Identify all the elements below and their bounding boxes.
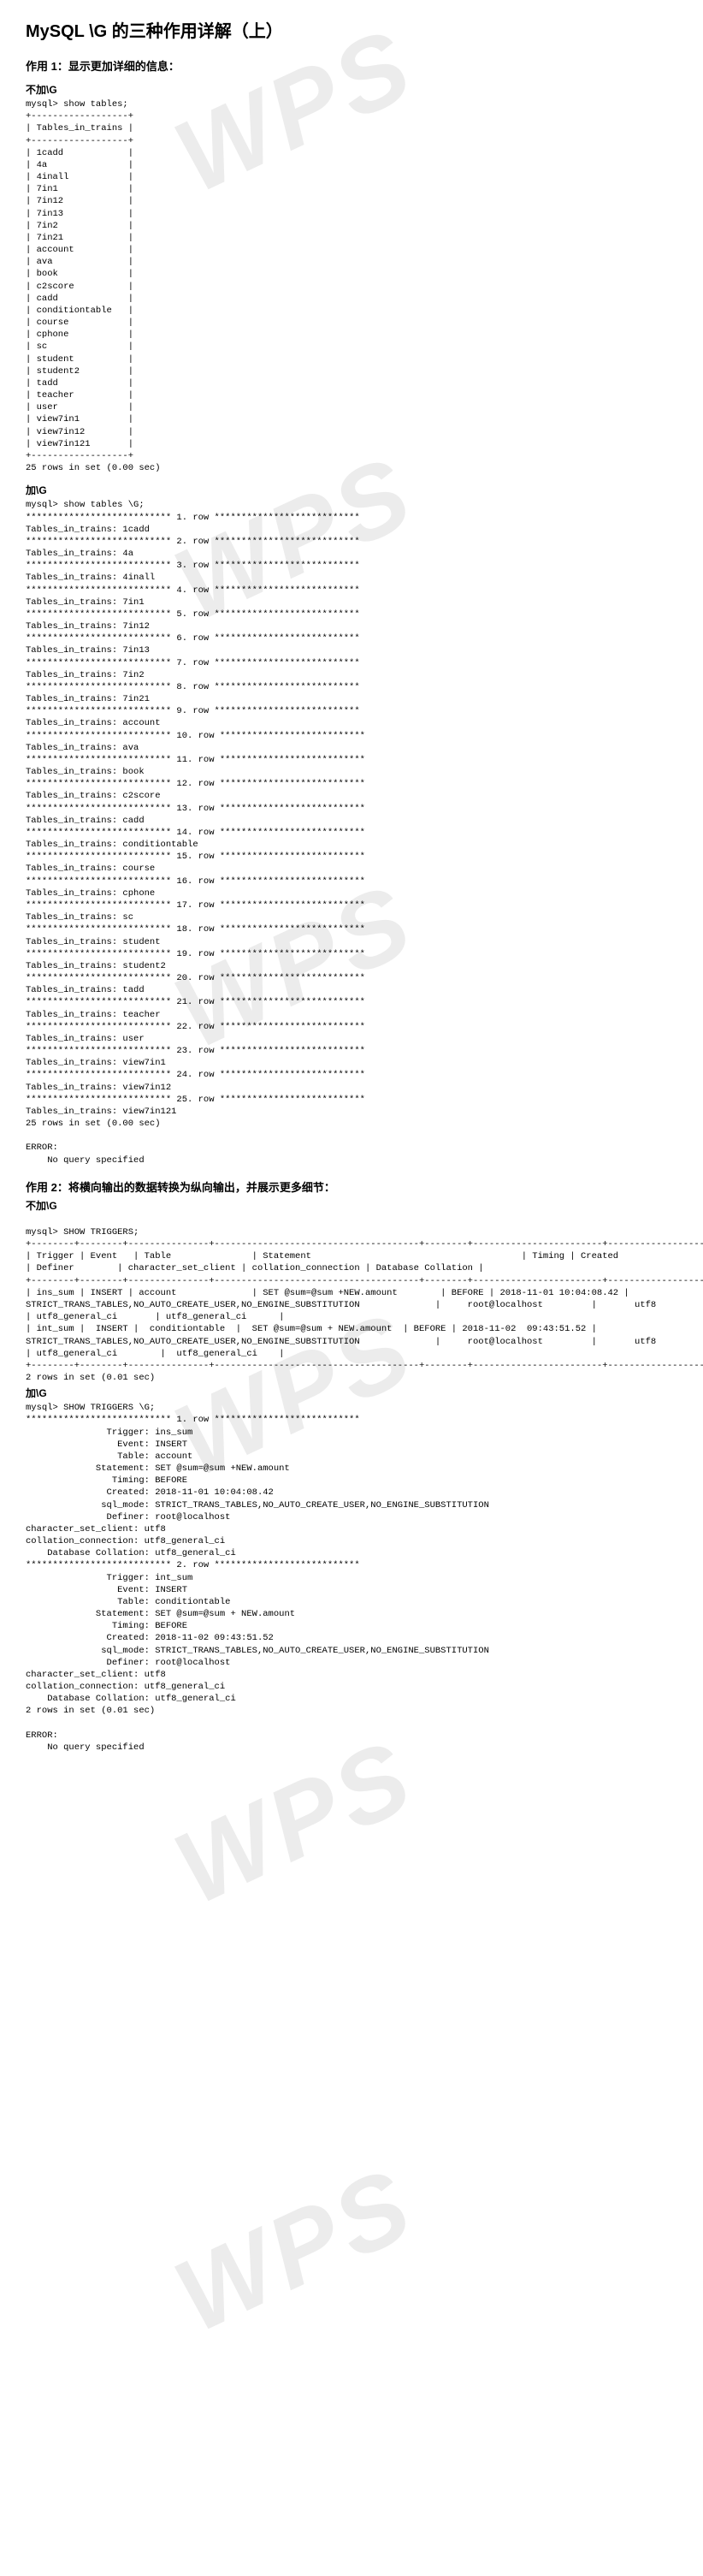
section-1-heading: 作用 1：显示更加详细的信息：	[26, 57, 677, 74]
section-2-heading: 作用 2：将横向输出的数据转换为纵向输出，并展示更多细节：	[26, 1178, 677, 1195]
sub-heading-no-g: 不加\G	[26, 82, 677, 97]
sql-command: mysql> SHOW TRIGGERS \G;	[26, 1402, 677, 1414]
sql-command: mysql> SHOW TRIGGERS;	[26, 1226, 677, 1238]
watermark: WPS	[157, 2145, 431, 2356]
rows-footer: 25 rows in set (0.00 sec)	[26, 1118, 677, 1130]
triggers-table: +--------+--------+---------------+-----…	[26, 1238, 677, 1372]
trigger-g-output: *************************** 1. row *****…	[26, 1414, 677, 1705]
blank-line	[26, 1214, 677, 1226]
document-content: MySQL \G 的三种作用详解（上） 作用 1：显示更加详细的信息： 不加\G…	[0, 0, 703, 1771]
page-title: MySQL \G 的三种作用详解（上）	[26, 17, 677, 42]
sql-command: mysql> show tables \G;	[26, 499, 677, 511]
sub-heading-with-g: 加\G	[26, 483, 677, 497]
sql-command: mysql> show tables;	[26, 98, 677, 110]
error-message: No query specified	[26, 1742, 677, 1754]
rows-footer: 2 rows in set (0.01 sec)	[26, 1372, 677, 1384]
error-label: ERROR:	[26, 1142, 677, 1154]
error-message: No query specified	[26, 1154, 677, 1166]
g-output: *************************** 1. row *****…	[26, 512, 677, 1119]
rows-footer: 2 rows in set (0.01 sec)	[26, 1705, 677, 1717]
error-label: ERROR:	[26, 1730, 677, 1742]
rows-footer: 25 rows in set (0.00 sec)	[26, 462, 677, 474]
blank-line	[26, 1130, 677, 1142]
table-output: +------------------+ | Tables_in_trains …	[26, 110, 677, 462]
sub-heading-no-g: 不加\G	[26, 1198, 677, 1213]
blank-line	[26, 1718, 677, 1730]
sub-heading-with-g: 加\G	[26, 1386, 677, 1400]
